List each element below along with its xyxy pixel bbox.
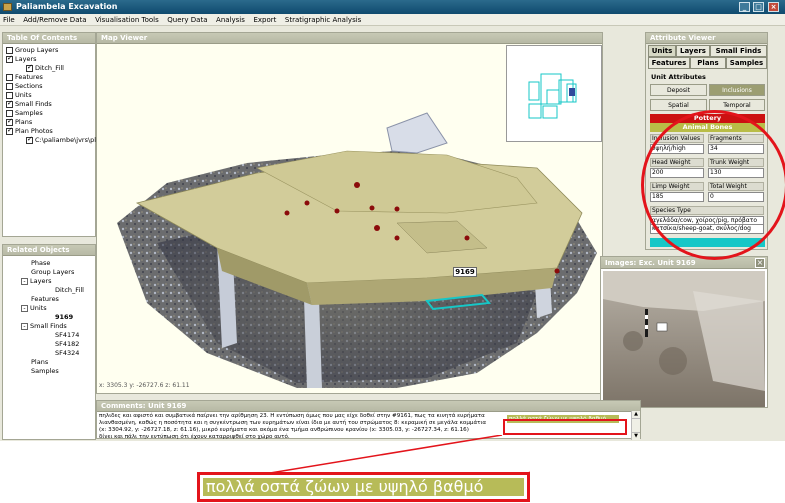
annotation-connector <box>270 435 530 474</box>
tab-units[interactable]: Units <box>648 45 676 57</box>
minimize-button[interactable]: _ <box>739 2 750 12</box>
tab-layers[interactable]: Layers <box>676 45 710 57</box>
tree-sf4324[interactable]: SF4324 <box>7 349 95 358</box>
tree-sf4182[interactable]: SF4182 <box>7 340 95 349</box>
tab-samples[interactable]: Samples <box>726 57 767 69</box>
menu-export[interactable]: Export <box>250 14 279 26</box>
attr-title: Attribute Viewer <box>646 33 767 44</box>
spatial-button[interactable]: Spatial <box>650 99 707 111</box>
small-find-marker[interactable] <box>394 235 400 241</box>
map-viewer[interactable]: Map Viewer 9169 x: 3305.3 y: -26727.6 z:… <box>96 32 603 394</box>
inclusions-button[interactable]: Inclusions <box>709 84 765 96</box>
checkbox[interactable] <box>6 117 13 126</box>
window-title: Paliambela Excavation <box>16 2 118 11</box>
toc-panel: Table Of Contents Group Layers Layers Di… <box>2 32 96 237</box>
checkbox[interactable] <box>6 82 13 90</box>
excavation-photo[interactable] <box>603 271 765 407</box>
small-find-marker[interactable] <box>374 225 380 231</box>
collapse-icon[interactable]: - <box>21 277 28 285</box>
scroll-up-icon[interactable]: ▲ <box>632 411 640 419</box>
checkbox[interactable] <box>6 46 13 54</box>
toc-title: Table Of Contents <box>3 33 95 44</box>
comments-scrollbar[interactable]: ▲ ▼ <box>631 411 640 440</box>
coordinate-readout: x: 3305.3 y: -26727.6 z: 61.11 <box>99 382 190 389</box>
toc-item-plan-photos[interactable]: Plan Photos <box>6 126 95 136</box>
toc-item-samples[interactable]: Samples <box>6 109 95 118</box>
toc-item-photo-path[interactable]: C:\paliambe\jvrs\pl <box>6 135 96 145</box>
collapse-icon[interactable]: - <box>21 304 28 312</box>
toc-item-group-layers[interactable]: Group Layers <box>6 46 95 55</box>
related-title: Related Objects <box>3 245 95 256</box>
overview-map[interactable] <box>506 45 602 142</box>
tree-unit-9169[interactable]: 9169 <box>7 313 95 322</box>
tree-group-layers[interactable]: Group Layers <box>7 268 95 277</box>
tree-plans[interactable]: Plans <box>7 358 95 367</box>
menu-query-data[interactable]: Query Data <box>164 14 210 26</box>
menu-add-remove-data[interactable]: Add/Remove Data <box>20 14 89 26</box>
related-objects-panel: Related Objects Phase Group Layers - Laye… <box>2 244 96 440</box>
tab-plans[interactable]: Plans <box>690 57 726 69</box>
tree-samples[interactable]: Samples <box>7 367 95 376</box>
annotation-zoom-box: πολλά οστά ζώων με υψηλό βαθμό <box>197 472 530 502</box>
checkbox[interactable] <box>26 135 33 144</box>
comments-title: Comments: Unit 9169 <box>97 401 640 412</box>
menu-stratigraphic-analysis[interactable]: Stratigraphic Analysis <box>282 14 364 26</box>
small-find-marker[interactable] <box>464 235 470 241</box>
small-find-marker[interactable] <box>394 206 400 212</box>
small-find-marker[interactable] <box>354 182 360 188</box>
images-panel: Images: Exc. Unit 9169 × <box>600 256 768 408</box>
toc-item-small-finds[interactable]: Small Finds <box>6 99 95 109</box>
checkbox[interactable] <box>26 63 33 72</box>
maximize-button[interactable]: □ <box>753 2 764 12</box>
toc-item-sections[interactable]: Sections <box>6 82 95 91</box>
checkbox[interactable] <box>6 91 13 99</box>
images-title: Images: Exc. Unit 9169 <box>601 257 767 269</box>
title-bar: Paliambela Excavation _ □ × <box>0 0 785 14</box>
toc-item-plans[interactable]: Plans <box>6 117 95 127</box>
tree-ditch-fill[interactable]: Ditch_Fill <box>7 286 95 295</box>
small-find-marker[interactable] <box>554 268 560 274</box>
app-icon <box>3 3 12 11</box>
toc-item-features[interactable]: Features <box>6 73 95 82</box>
scroll-down-icon[interactable]: ▼ <box>632 432 640 440</box>
checkbox[interactable] <box>6 109 13 117</box>
deposit-button[interactable]: Deposit <box>650 84 707 96</box>
zoomed-highlight-text: πολλά οστά ζώων με υψηλό βαθμό <box>203 478 524 496</box>
toc-item-units[interactable]: Units <box>6 91 95 100</box>
toc-item-layers[interactable]: Layers <box>6 54 95 64</box>
unit-label-9169[interactable]: 9169 <box>453 267 477 277</box>
small-find-marker[interactable] <box>284 210 290 216</box>
toc-item-ditch-fill[interactable]: Ditch_Fill <box>6 63 95 73</box>
checkbox[interactable] <box>6 126 13 135</box>
small-find-marker[interactable] <box>369 205 375 211</box>
checkbox[interactable] <box>6 73 13 81</box>
checkbox[interactable] <box>6 99 13 108</box>
images-close-icon[interactable]: × <box>755 258 765 268</box>
section-wall <box>386 112 448 154</box>
annotation-circle <box>641 110 785 260</box>
tab-small-finds[interactable]: Small Finds <box>710 45 767 57</box>
tree-layers[interactable]: - Layers <box>7 277 95 286</box>
tab-features[interactable]: Features <box>648 57 690 69</box>
small-find-marker[interactable] <box>334 208 340 214</box>
tree-features[interactable]: Features <box>7 295 95 304</box>
tree-phase[interactable]: Phase <box>7 259 95 268</box>
close-button[interactable]: × <box>768 2 779 12</box>
menu-bar: File Add/Remove Data Visualisation Tools… <box>0 14 785 26</box>
collapse-icon[interactable]: - <box>21 322 28 330</box>
menu-analysis[interactable]: Analysis <box>213 14 248 26</box>
checkbox[interactable] <box>6 54 13 63</box>
tree-units[interactable]: - Units <box>7 304 95 313</box>
menu-file[interactable]: File <box>0 14 18 26</box>
unit-attributes-label: Unit Attributes <box>651 73 706 81</box>
small-find-marker[interactable] <box>304 200 310 206</box>
annotation-highlight-box <box>503 419 627 435</box>
overview-map-canvas <box>528 73 577 119</box>
tree-small-finds[interactable]: - Small Finds <box>7 322 95 331</box>
menu-visualisation-tools[interactable]: Visualisation Tools <box>92 14 162 26</box>
tree-sf4174[interactable]: SF4174 <box>7 331 95 340</box>
